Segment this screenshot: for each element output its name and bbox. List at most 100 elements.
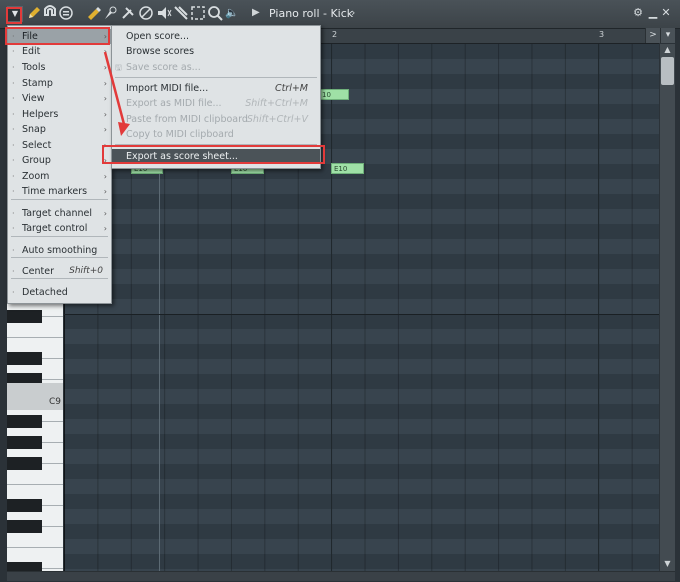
menu-item-helpers[interactable]: · Helpers › [8,107,111,122]
menu-item-stamp[interactable]: · Stamp › [8,76,111,91]
menu-item-target-channel[interactable]: · Target channel › [8,206,111,221]
slice-icon[interactable] [156,5,172,21]
dropdown-button[interactable]: ▾ [660,28,675,43]
window-title: Piano roll - Kick [269,7,354,20]
menu-item-target-control[interactable]: · Target control › [8,221,111,236]
scroll-up-icon[interactable]: ▲ [660,44,675,56]
submenu-item-label: Browse scores [126,46,195,57]
menu-item-label: Detached [22,287,68,298]
shortcut-label: Ctrl+M [274,83,308,94]
annotation-box [6,7,22,24]
black-key[interactable] [7,352,42,365]
octave-line [64,314,659,315]
menu-separator [11,278,108,279]
check-icon: · [12,156,15,165]
submenu-arrow-icon: › [103,79,107,88]
vertical-scroll-thumb[interactable] [661,57,674,85]
menu-item-label: Time markers [22,186,88,197]
check-icon: · [12,288,15,297]
menu-item-label: Group [22,155,51,166]
black-key[interactable] [7,499,42,512]
menu-separator [115,77,317,78]
menu-item-label: Auto smoothing [22,245,98,256]
zoom-icon[interactable] [207,5,223,21]
check-icon: · [12,110,15,119]
submenu-item-label: Save score as... [126,62,201,73]
close-icon[interactable]: ✕ [660,6,672,20]
scroll-right-button[interactable]: > [645,28,660,43]
submenu-item-label: Export as MIDI file... [126,98,222,109]
pencil-icon[interactable] [26,5,42,21]
snap-icon[interactable] [58,5,74,21]
submenu-item-browse-scores[interactable]: Browse scores [112,44,320,59]
menu-item-group[interactable]: · Group › [8,153,111,168]
menu-item-label: Zoom [22,171,50,182]
delete-icon[interactable] [120,5,136,21]
menu-item-edit[interactable]: · Edit › [8,44,111,59]
black-key[interactable] [7,415,42,428]
magnet-icon[interactable] [42,5,58,21]
menu-item-view[interactable]: · View › [8,91,111,106]
shortcut-label: Shift+0 [69,266,103,276]
mute-icon[interactable] [138,5,154,21]
check-icon: · [12,63,15,72]
submenu-arrow-icon: › [103,224,107,233]
submenu-arrow-icon: › [103,94,107,103]
submenu-item-import-midi-file[interactable]: Import MIDI file... Ctrl+M [112,81,320,96]
submenu-item-label: Import MIDI file... [126,83,209,94]
menu-item-label: Select [22,140,52,151]
menu-item-snap[interactable]: · Snap › [8,122,111,137]
title-chevron-icon[interactable]: › [351,6,355,19]
check-icon: · [12,246,15,255]
submenu-arrow-icon: › [103,63,107,72]
select-icon[interactable] [173,5,189,21]
check-icon: · [12,172,15,181]
menu-item-center[interactable]: · Center Shift+0 [8,264,111,279]
check-icon: · [12,94,15,103]
horizontal-scrollbar[interactable] [7,571,675,581]
minimize-icon[interactable]: ▁ [647,6,659,20]
submenu-arrow-icon: › [103,47,107,56]
check-icon: · [12,79,15,88]
options-icon[interactable]: ⚙ [632,6,644,20]
crop-icon[interactable] [190,5,206,21]
bar-line [598,44,599,571]
save-icon: 🖫 [115,63,122,72]
submenu-item-copy-to-midi-clipboard[interactable]: Copy to MIDI clipboard [112,127,320,142]
menu-item-label: View [22,93,45,104]
menu-item-zoom[interactable]: · Zoom › [8,169,111,184]
speaker-icon[interactable]: 🔈 [224,5,240,21]
black-key[interactable] [7,562,42,571]
paint-icon[interactable] [86,5,102,21]
menu-item-label: Stamp [22,78,53,89]
scroll-down-icon[interactable]: ▼ [660,558,675,570]
menu-item-select[interactable]: · Select › [8,138,111,153]
key-label: C9 [49,397,62,407]
note[interactable]: 10 [319,89,349,100]
black-key[interactable] [7,520,42,533]
submenu-item-label: Open score... [126,31,189,42]
black-key[interactable] [7,457,42,470]
menu-item-auto-smoothing[interactable]: · Auto smoothing [8,243,111,258]
submenu-arrow-icon: › [103,209,107,218]
menu-item-tools[interactable]: · Tools › [8,60,111,75]
check-icon: · [12,209,15,218]
menu-item-detached[interactable]: · Detached [8,285,111,300]
submenu-item-open-score[interactable]: Open score... [112,29,320,44]
vertical-scrollbar[interactable] [660,44,675,571]
black-key[interactable] [7,436,42,449]
menu-item-label: Edit [22,46,41,57]
submenu-item-paste-from-midi-clipboard[interactable]: Paste from MIDI clipboard Shift+Ctrl+V [112,112,320,127]
shortcut-label: Shift+Ctrl+M [245,98,308,109]
arrow-right-icon[interactable]: ▶ [252,7,260,18]
submenu-item-save-score-as[interactable]: 🖫 Save score as... [112,60,320,75]
black-key[interactable] [7,310,42,323]
ruler-mark: 2 [332,30,338,39]
note[interactable]: E10 [331,163,364,174]
submenu-item-export-as-midi-file[interactable]: Export as MIDI file... Shift+Ctrl+M [112,96,320,111]
check-icon: · [12,267,15,276]
menu-item-time-markers[interactable]: · Time markers › [8,184,111,199]
submenu-item-label: Paste from MIDI clipboard [126,114,248,125]
brush-icon[interactable] [102,5,118,21]
menu-item-label: Snap [22,124,46,135]
